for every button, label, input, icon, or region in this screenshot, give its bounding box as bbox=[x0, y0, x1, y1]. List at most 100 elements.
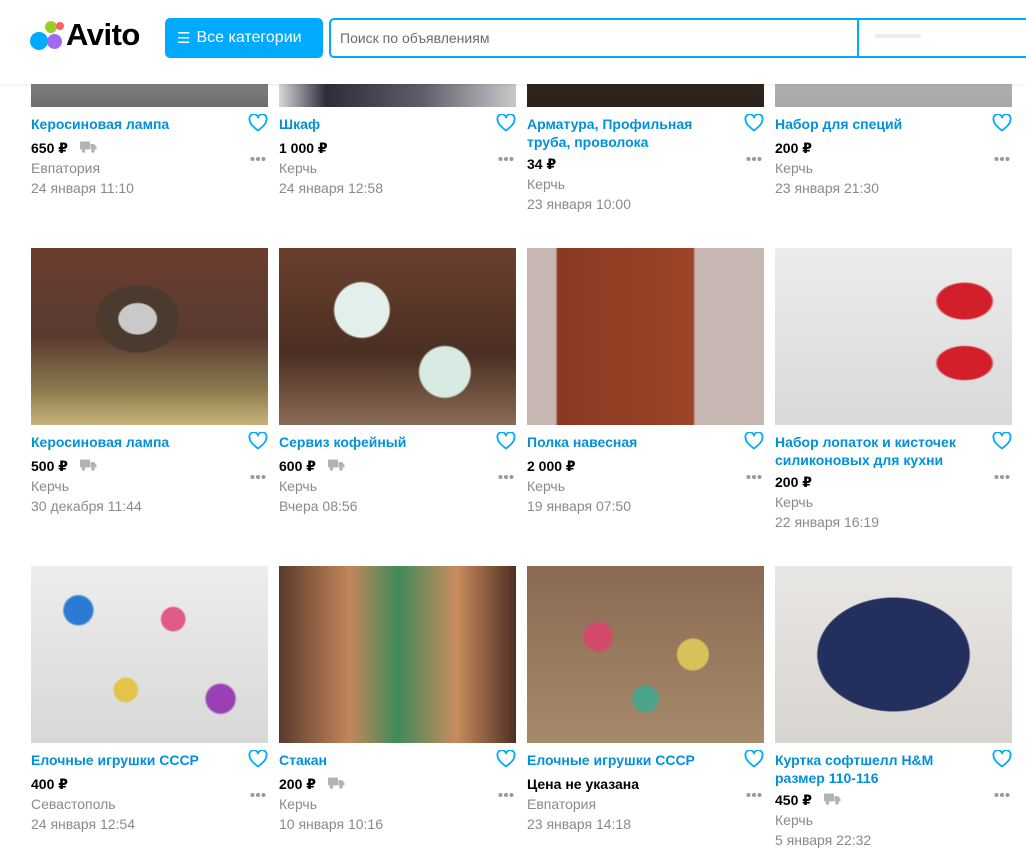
favorite-heart-icon[interactable] bbox=[744, 749, 764, 770]
more-options-icon[interactable] bbox=[498, 149, 514, 161]
listing-price: 500 ₽ bbox=[31, 458, 97, 474]
menu-search-icon: ☰ bbox=[177, 30, 191, 47]
delivery-truck-icon bbox=[328, 458, 345, 474]
listing-city: Керчь bbox=[279, 160, 318, 176]
delivery-truck-icon bbox=[328, 776, 345, 792]
delivery-truck-icon bbox=[80, 458, 97, 474]
listing-city: Керчь bbox=[279, 478, 318, 494]
listing-photo[interactable] bbox=[279, 566, 516, 743]
listing-city: Керчь bbox=[527, 176, 566, 192]
listing-title[interactable]: Сервиз кофейный bbox=[279, 433, 479, 451]
listing-price: 200 ₽ bbox=[775, 140, 812, 156]
favorite-heart-icon[interactable] bbox=[992, 749, 1012, 770]
favorite-heart-icon[interactable] bbox=[248, 431, 268, 452]
favorite-heart-icon[interactable] bbox=[496, 113, 516, 134]
favorite-heart-icon[interactable] bbox=[744, 431, 764, 452]
listing-title[interactable]: Стакан bbox=[279, 751, 479, 769]
all-categories-button[interactable]: ☰ Все категории bbox=[165, 18, 323, 58]
listing-price: 400 ₽ bbox=[31, 776, 68, 792]
favorite-heart-icon[interactable] bbox=[992, 113, 1012, 134]
listing-title[interactable]: Набор лопаток и кисточек силиконовых для… bbox=[775, 433, 975, 469]
listing-date: Вчера 08:56 bbox=[279, 498, 358, 514]
listing-title[interactable]: Куртка софтшелл H&M размер 110-116 bbox=[775, 751, 975, 787]
listing-photo[interactable] bbox=[527, 248, 764, 425]
listing-price: 34 ₽ bbox=[527, 156, 556, 172]
listing-city: Керчь bbox=[279, 796, 318, 812]
listing-title[interactable]: Керосиновая лампа bbox=[31, 433, 231, 451]
price-value: 34 ₽ bbox=[527, 156, 557, 172]
price-value: 200 ₽ bbox=[775, 474, 812, 490]
site-header: Avito ☰ Все категории bbox=[0, 0, 1026, 84]
listing-city: Керчь bbox=[527, 478, 566, 494]
favorite-heart-icon[interactable] bbox=[248, 749, 268, 770]
listing-title[interactable]: Елочные игрушки СССР bbox=[527, 751, 727, 769]
listing-city: Керчь bbox=[775, 160, 814, 176]
more-options-icon[interactable] bbox=[746, 467, 762, 479]
listing-photo[interactable] bbox=[775, 566, 1012, 743]
price-value: Цена не указана bbox=[527, 776, 639, 792]
listing-price: 650 ₽ bbox=[31, 140, 97, 156]
region-placeholder bbox=[875, 34, 921, 38]
all-categories-label: Все категории bbox=[196, 29, 302, 46]
price-value: 400 ₽ bbox=[31, 776, 68, 792]
price-value: 1 000 ₽ bbox=[279, 140, 328, 156]
favorite-heart-icon[interactable] bbox=[744, 113, 764, 134]
price-value: 2 000 ₽ bbox=[527, 458, 576, 474]
more-options-icon[interactable] bbox=[250, 149, 266, 161]
listing-price: 450 ₽ bbox=[775, 792, 841, 808]
listing-city: Керчь bbox=[775, 494, 814, 510]
more-options-icon[interactable] bbox=[498, 785, 514, 797]
listing-city: Евпатория bbox=[31, 160, 101, 176]
region-field[interactable] bbox=[859, 20, 1026, 56]
logo-text: Avito bbox=[66, 17, 140, 52]
favorite-heart-icon[interactable] bbox=[992, 431, 1012, 452]
more-options-icon[interactable] bbox=[250, 785, 266, 797]
listing-title[interactable]: Шкаф bbox=[279, 115, 479, 133]
listing-title[interactable]: Керосиновая лампа bbox=[31, 115, 231, 133]
more-options-icon[interactable] bbox=[746, 149, 762, 161]
listing-title[interactable]: Полка навесная bbox=[527, 433, 727, 451]
listing-title[interactable]: Набор для специй bbox=[775, 115, 975, 133]
listing-date: 5 января 22:32 bbox=[775, 832, 872, 848]
listing-date: 23 января 10:00 bbox=[527, 196, 631, 212]
more-options-icon[interactable] bbox=[250, 467, 266, 479]
listing-city: Керчь bbox=[31, 478, 70, 494]
listing-photo[interactable] bbox=[527, 566, 764, 743]
listing-title[interactable]: Елочные игрушки СССР bbox=[31, 751, 231, 769]
favorite-heart-icon[interactable] bbox=[248, 113, 268, 134]
listing-date: 23 января 21:30 bbox=[775, 180, 879, 196]
listing-date: 23 января 14:18 bbox=[527, 816, 631, 832]
avito-logo[interactable]: Avito bbox=[30, 17, 140, 52]
listing-city: Керчь bbox=[775, 812, 814, 828]
listing-photo[interactable] bbox=[775, 248, 1012, 425]
listing-city: Севастополь bbox=[31, 796, 116, 812]
listing-photo[interactable] bbox=[31, 566, 268, 743]
more-options-icon[interactable] bbox=[498, 467, 514, 479]
listing-date: 24 января 12:58 bbox=[279, 180, 383, 196]
listing-title[interactable]: Арматура, Профильная труба, проволока bbox=[527, 115, 727, 151]
listing-date: 10 января 10:16 bbox=[279, 816, 383, 832]
logo-dots-icon bbox=[30, 19, 64, 51]
delivery-truck-icon bbox=[80, 140, 97, 156]
listing-price: 200 ₽ bbox=[775, 474, 812, 490]
listing-date: 30 декабря 11:44 bbox=[31, 498, 142, 514]
price-value: 650 ₽ bbox=[31, 140, 68, 156]
search-input[interactable] bbox=[331, 20, 858, 56]
more-options-icon[interactable] bbox=[994, 467, 1010, 479]
price-value: 450 ₽ bbox=[775, 792, 812, 808]
listing-photo[interactable] bbox=[31, 248, 268, 425]
listing-photo[interactable] bbox=[279, 248, 516, 425]
favorite-heart-icon[interactable] bbox=[496, 431, 516, 452]
delivery-truck-icon bbox=[824, 792, 841, 808]
listing-date: 22 января 16:19 bbox=[775, 514, 879, 530]
listing-price: Цена не указана bbox=[527, 776, 639, 792]
more-options-icon[interactable] bbox=[746, 785, 762, 797]
search-bar bbox=[329, 18, 1026, 58]
listing-city: Евпатория bbox=[527, 796, 597, 812]
favorite-heart-icon[interactable] bbox=[496, 749, 516, 770]
more-options-icon[interactable] bbox=[994, 149, 1010, 161]
listing-price: 1 000 ₽ bbox=[279, 140, 328, 156]
listing-price: 200 ₽ bbox=[279, 776, 345, 792]
more-options-icon[interactable] bbox=[994, 785, 1010, 797]
listing-price: 2 000 ₽ bbox=[527, 458, 576, 474]
